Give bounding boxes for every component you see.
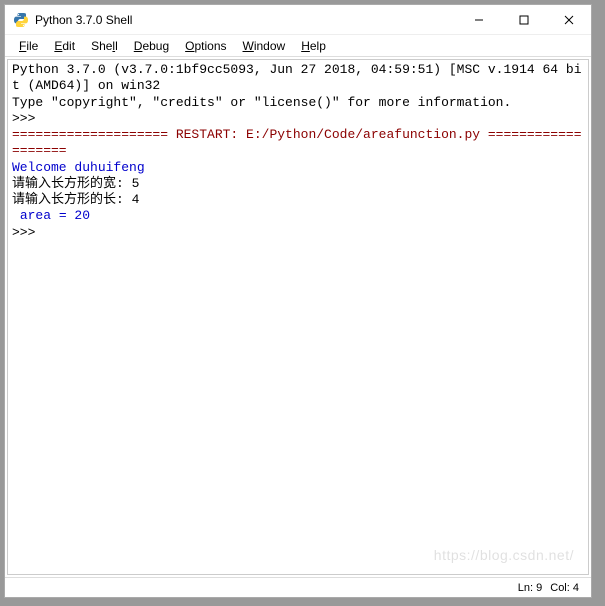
menu-options[interactable]: Options (177, 37, 234, 55)
banner-line-1: Python 3.7.0 (v3.7.0:1bf9cc5093, Jun 27 … (12, 62, 584, 95)
minimize-button[interactable] (456, 5, 501, 35)
shell-content[interactable]: Python 3.7.0 (v3.7.0:1bf9cc5093, Jun 27 … (7, 59, 589, 575)
prompt: >>> (12, 111, 584, 127)
menubar: File Edit Shell Debug Options Window Hel… (5, 35, 591, 57)
input-length: 请输入长方形的长: 4 (12, 192, 584, 208)
status-line: Ln: 9 (514, 582, 546, 594)
welcome-line: Welcome duhuifeng (12, 160, 584, 176)
close-button[interactable] (546, 5, 591, 35)
maximize-button[interactable] (501, 5, 546, 35)
menu-file[interactable]: File (11, 37, 46, 55)
menu-edit[interactable]: Edit (46, 37, 83, 55)
restart-line: ==================== RESTART: E:/Python/… (12, 127, 584, 160)
titlebar: Python 3.7.0 Shell (5, 5, 591, 35)
shell-window: Python 3.7.0 Shell File Edit Shell Debug… (4, 4, 592, 598)
menu-shell[interactable]: Shell (83, 37, 126, 55)
status-col: Col: 4 (546, 582, 583, 594)
menu-window[interactable]: Window (235, 37, 294, 55)
input-width: 请输入长方形的宽: 5 (12, 176, 584, 192)
statusbar: Ln: 9 Col: 4 (5, 577, 591, 597)
menu-help[interactable]: Help (293, 37, 334, 55)
menu-debug[interactable]: Debug (126, 37, 177, 55)
prompt: >>> (12, 225, 584, 241)
window-title: Python 3.7.0 Shell (35, 13, 456, 27)
python-icon (13, 12, 29, 28)
banner-line-2: Type "copyright", "credits" or "license(… (12, 95, 584, 111)
watermark: https://blog.csdn.net/ (434, 547, 574, 565)
window-buttons (456, 5, 591, 34)
result-line: area = 20 (12, 208, 584, 224)
